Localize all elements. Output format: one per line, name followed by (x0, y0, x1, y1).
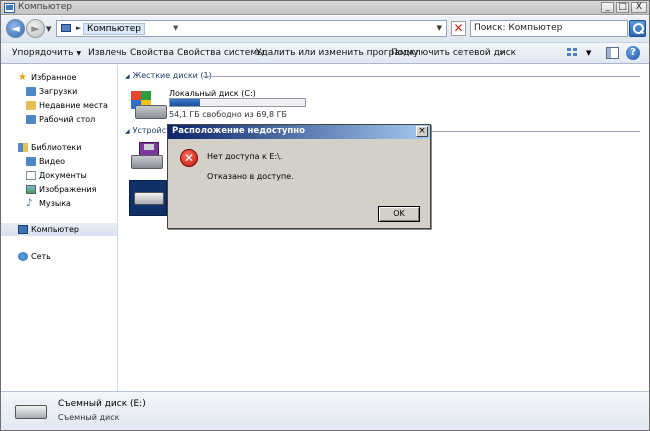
collapse-triangle-icon: ◢ (125, 73, 130, 80)
back-arrow-icon: ◄ (11, 22, 20, 35)
sidebar-item-computer[interactable]: Компьютер (1, 223, 117, 236)
recent-pages-dropdown[interactable]: ▼ (46, 25, 51, 33)
view-dropdown[interactable]: ▼ (586, 49, 591, 57)
sidebar-item-label: Библиотеки (31, 143, 82, 152)
address-row: ◄ ► ▼ ► Компьютер ▼ ▼ ✕ Поиск: Компьютер (1, 16, 649, 42)
details-item-type: Съемный диск (58, 413, 120, 422)
floppy-drive-icon[interactable] (131, 142, 165, 170)
removable-disk-icon[interactable] (129, 180, 167, 216)
computer-icon (18, 225, 28, 234)
view-icon[interactable] (566, 47, 580, 59)
organize-button[interactable]: Упорядочить ▼ (12, 48, 81, 58)
group-divider (431, 131, 640, 132)
forward-button[interactable]: ► (26, 19, 45, 38)
sidebar-item-music[interactable]: ♪ Музыка (1, 197, 117, 210)
libraries-icon (18, 143, 28, 152)
navigation-pane: ★ Избранное Загрузки Недавние места Рабо… (1, 65, 118, 391)
sidebar-item-documents[interactable]: Документы (1, 169, 117, 182)
window-title: Компьютер (18, 2, 72, 12)
sidebar-item-label: Загрузки (39, 87, 78, 96)
sidebar-item-favorites[interactable]: ★ Избранное (1, 71, 117, 84)
address-bar[interactable]: ► Компьютер ▼ ▼ (56, 20, 447, 37)
command-bar: Упорядочить ▼ Извлечь Свойства Свойства с… (1, 42, 649, 64)
organize-label: Упорядочить (12, 48, 74, 58)
sidebar-item-libraries[interactable]: Библиотеки (1, 141, 117, 154)
dialog-title: Расположение недоступно (172, 126, 305, 136)
drive-body-icon (131, 155, 163, 169)
address-history-dropdown[interactable]: ▼ (437, 24, 442, 32)
sidebar-item-downloads[interactable]: Загрузки (1, 85, 117, 98)
sidebar-item-label: Избранное (31, 73, 77, 82)
images-icon (26, 185, 36, 194)
breadcrumb-dropdown[interactable]: ▼ (173, 24, 178, 32)
sidebar-item-label: Документы (39, 171, 87, 180)
star-icon: ★ (18, 72, 27, 83)
downloads-folder-icon (26, 87, 36, 96)
sidebar-item-recent-places[interactable]: Недавние места (1, 99, 117, 112)
sidebar-item-images[interactable]: Изображения (1, 183, 117, 196)
system-properties-button[interactable]: Свойства системы (177, 48, 264, 58)
desktop-icon (26, 115, 36, 124)
dialog-title-bar: Расположение недоступно × (168, 125, 430, 139)
help-icon[interactable]: ? (626, 46, 640, 60)
stop-icon[interactable]: ✕ (451, 21, 466, 36)
preview-pane-icon[interactable] (606, 47, 619, 59)
more-commands-button[interactable]: » (499, 48, 505, 58)
video-icon (26, 157, 36, 166)
back-button[interactable]: ◄ (6, 19, 25, 38)
forward-arrow-icon: ► (31, 22, 40, 35)
drive-c-free-space: 54,1 ГБ свободно из 69,8 ГБ (169, 110, 288, 119)
search-input[interactable]: Поиск: Компьютер (470, 20, 628, 37)
close-button[interactable]: X (631, 2, 647, 13)
network-icon (18, 252, 28, 261)
error-icon: ✕ (180, 149, 198, 167)
error-dialog: Расположение недоступно × ✕ Нет доступа … (167, 124, 431, 229)
sidebar-item-video[interactable]: Видео (1, 155, 117, 168)
hard-disk-icon (135, 105, 167, 119)
sidebar-item-label: Рабочий стол (39, 115, 96, 124)
details-pane: Съемный диск (E:) Съемный диск (1, 391, 649, 430)
drive-c-name[interactable]: Локальный диск (C:) (169, 89, 256, 98)
group-header-hard-disks[interactable]: ◢ Жесткие диски (1) (125, 71, 212, 80)
ok-button[interactable]: OK (378, 206, 420, 222)
search-icon[interactable] (629, 20, 646, 37)
drive-c-capacity-fill (170, 99, 200, 106)
recent-places-icon (26, 101, 36, 110)
usb-drive-icon (134, 192, 164, 205)
chevron-right-icon[interactable]: ► (76, 24, 81, 32)
documents-icon (26, 171, 36, 180)
sidebar-item-label: Недавние места (39, 101, 108, 110)
sidebar-item-label: Видео (39, 157, 66, 166)
computer-icon (4, 3, 15, 13)
chevron-down-icon: ▼ (76, 50, 82, 57)
dialog-message-detail: Отказано в доступе. (207, 172, 294, 181)
collapse-triangle-icon: ◢ (125, 128, 130, 135)
removable-disk-icon (15, 405, 47, 419)
local-disk-icon[interactable] (131, 91, 167, 121)
map-network-drive-button[interactable]: Подключить сетевой диск (391, 48, 516, 58)
details-item-name: Съемный диск (E:) (58, 399, 146, 409)
dialog-close-button[interactable]: × (416, 126, 428, 137)
drive-c-capacity-bar (169, 98, 306, 107)
sidebar-item-label: Музыка (39, 199, 71, 208)
group-divider (203, 76, 640, 77)
breadcrumb-label: Компьютер (87, 24, 141, 34)
sidebar-item-network[interactable]: Сеть (1, 250, 117, 263)
group-header-label: Жесткие диски (1) (132, 71, 212, 80)
sidebar-item-label: Изображения (39, 185, 97, 194)
sidebar-item-label: Сеть (31, 252, 51, 261)
eject-button[interactable]: Извлечь (88, 48, 127, 58)
title-bar: Компьютер _ □ X (1, 1, 649, 15)
music-icon: ♪ (26, 198, 33, 209)
sidebar-item-label: Компьютер (31, 225, 79, 234)
dialog-message: Нет доступа к E:\. (207, 152, 283, 161)
explorer-window: Компьютер _ □ X ◄ ► ▼ ► Компьютер ▼ ▼ ✕ … (0, 0, 650, 431)
minimize-button[interactable]: _ (601, 2, 614, 13)
sidebar-item-desktop[interactable]: Рабочий стол (1, 113, 117, 126)
properties-button[interactable]: Свойства (130, 48, 174, 58)
computer-icon (61, 24, 71, 32)
breadcrumb[interactable]: Компьютер (83, 23, 145, 35)
maximize-button[interactable]: □ (616, 2, 629, 13)
